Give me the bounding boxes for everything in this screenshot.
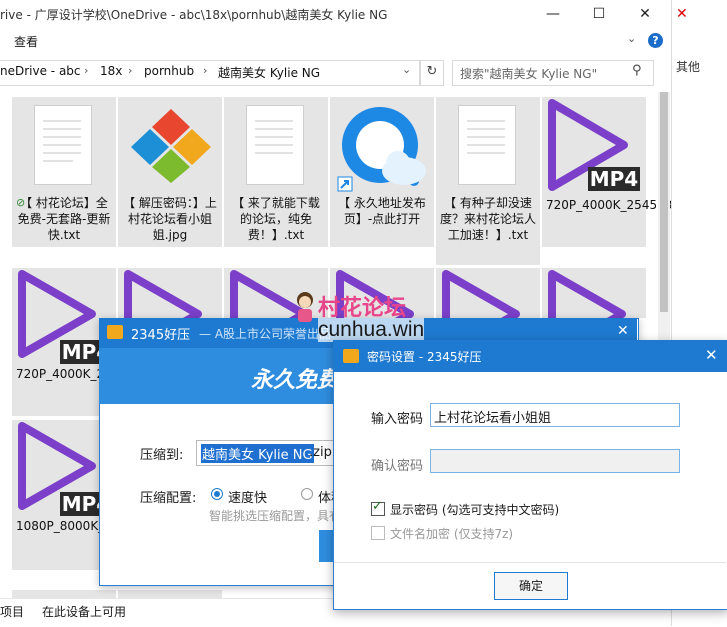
password-dialog-title: 密码设置 - 2345好压 xyxy=(367,350,482,364)
divider xyxy=(334,562,726,563)
encrypt-filenames-checkbox[interactable] xyxy=(371,526,385,540)
banner-text: 永久免费 xyxy=(251,368,340,393)
image-file-icon xyxy=(131,109,211,183)
password-value: 上村花论坛看小姐姐 xyxy=(434,411,552,426)
app-icon xyxy=(107,325,123,339)
chevron-right-icon[interactable]: › xyxy=(128,64,132,77)
compress-to-field[interactable]: 越南美女 Kylie NG .zip xyxy=(196,440,338,466)
other-label: 其他 xyxy=(676,60,701,74)
app-icon xyxy=(343,349,359,363)
video-file-icon xyxy=(124,270,202,318)
confirm-password-input[interactable] xyxy=(430,449,680,473)
file-name: 【 解压密码：】上村花论坛看小姐姐.jpg xyxy=(123,196,217,242)
breadcrumb-item[interactable]: 越南美女 Kylie NG xyxy=(218,64,320,81)
chevron-right-icon[interactable]: › xyxy=(84,64,88,77)
breadcrumb-item[interactable]: 18x xyxy=(100,64,122,78)
file-tile[interactable]: 【 来了就能下载的论坛，纯免费！】.txt xyxy=(224,97,328,247)
status-availability: 在此设备上可用 xyxy=(42,605,127,619)
file-name: 【 永久地址发布页】-点此打开 xyxy=(338,196,426,226)
zip-dialog-title: 2345好压 xyxy=(131,328,191,343)
video-file-icon xyxy=(442,270,520,318)
chevron-right-icon[interactable]: › xyxy=(203,64,207,77)
compress-to-ext: .zip xyxy=(309,445,332,460)
file-name: 【 来了就能下载的论坛，纯免费！】.txt xyxy=(232,196,320,242)
ribbon: 查看 ⌄ xyxy=(0,28,670,54)
text-file-icon xyxy=(246,105,304,185)
radio-small[interactable] xyxy=(301,488,313,500)
config-hint: 智能挑选压缩配置，具有 xyxy=(209,509,342,523)
password-input[interactable]: 上村花论坛看小姐姐 xyxy=(430,403,680,427)
file-tile[interactable] xyxy=(542,268,646,318)
file-tile[interactable] xyxy=(12,590,116,598)
compress-to-value: 越南美女 Kylie NG xyxy=(201,444,314,463)
config-label: 压缩配置: xyxy=(140,491,197,506)
file-tile[interactable] xyxy=(436,268,540,318)
help-icon[interactable]: ? xyxy=(648,33,663,48)
browser-shortcut-icon xyxy=(337,107,426,192)
show-password-checkbox[interactable]: ✓ xyxy=(371,499,385,516)
file-name: 【 有种子却没速度？来村花论坛人工加速！】.txt xyxy=(440,196,537,242)
file-tile[interactable] xyxy=(118,268,222,318)
encrypt-filenames-label: 文件名加密 (仅支持7z) xyxy=(390,527,514,541)
compress-to-label: 压缩到: xyxy=(140,448,184,463)
close-icon[interactable]: ✕ xyxy=(705,346,718,364)
file-name: 720P_4000K_261977812.mp4 xyxy=(16,366,196,382)
password-label: 输入密码 xyxy=(371,412,424,427)
file-tile[interactable]: 【 解压密码：】上村花论坛看小姐姐.jpg xyxy=(118,97,222,247)
status-item-count: 项目 xyxy=(0,605,25,619)
confirm-label: 确认密码 xyxy=(371,459,424,474)
ok-button[interactable]: 确定 xyxy=(494,572,568,600)
maximize-button[interactable]: ☐ xyxy=(576,0,622,28)
video-file-icon xyxy=(548,270,626,318)
radio-fast[interactable] xyxy=(211,488,223,500)
password-dialog-titlebar: 密码设置 - 2345好压 ✕ xyxy=(333,340,727,372)
search-icon: ⚲ xyxy=(632,63,642,78)
file-tile[interactable]: MP4 720P_4000K_254583201.mp4 xyxy=(542,97,727,247)
mp4-badge: MP4 xyxy=(588,167,640,191)
file-tile[interactable] xyxy=(118,590,222,598)
window-title: rive - 广厚设计学校\OneDrive - abc\18x\pornhub… xyxy=(0,8,388,22)
password-dialog xyxy=(333,340,727,610)
refresh-button[interactable]: ↻ xyxy=(420,60,444,86)
close-icon[interactable]: ✕ xyxy=(617,323,629,339)
mascot-image xyxy=(290,290,320,326)
file-tile[interactable]: ⊘ 【 村花论坛】全免费-无套路-更新快.txt xyxy=(12,97,116,247)
file-name: 【 村花论坛】全免费-无套路-更新快.txt xyxy=(17,196,111,242)
chevron-down-icon[interactable]: ⌄ xyxy=(402,63,411,76)
close-icon[interactable]: ✕ xyxy=(676,6,688,22)
zip-dialog-subtitle: — A股上市公司荣誉出品 xyxy=(199,327,332,341)
file-name: 720P_4000K_254583201.mp4 xyxy=(546,198,727,212)
search-placeholder: 搜索"越南美女 Kylie NG" xyxy=(460,67,598,81)
chevron-down-icon[interactable]: ⌄ xyxy=(627,32,636,45)
breadcrumb-item[interactable]: neDrive - abc xyxy=(0,64,81,78)
scrollbar-thumb[interactable] xyxy=(660,92,668,312)
checkmark-icon: ✓ xyxy=(372,499,383,514)
text-file-icon xyxy=(34,105,92,185)
text-file-icon xyxy=(458,105,516,185)
minimize-button[interactable]: — xyxy=(530,0,576,28)
watermark-en: cunhua.win xyxy=(318,318,425,342)
file-tile[interactable]: 【 有种子却没速度？来村花论坛人工加速！】.txt xyxy=(436,97,540,265)
breadcrumb-item[interactable]: pornhub xyxy=(144,64,194,78)
close-button[interactable]: ✕ xyxy=(622,0,668,28)
option-fast-label: 速度快 xyxy=(228,491,268,506)
title-bar: rive - 广厚设计学校\OneDrive - abc\18x\pornhub… xyxy=(0,0,670,28)
show-password-label: 显示密码 (勾选可支持中文密码) xyxy=(390,503,560,517)
file-tile[interactable]: 【 永久地址发布页】-点此打开 xyxy=(330,97,434,247)
tab-view[interactable]: 查看 xyxy=(14,33,38,50)
file-name: 1080P_8000K_256920991.mp4 xyxy=(16,518,204,534)
